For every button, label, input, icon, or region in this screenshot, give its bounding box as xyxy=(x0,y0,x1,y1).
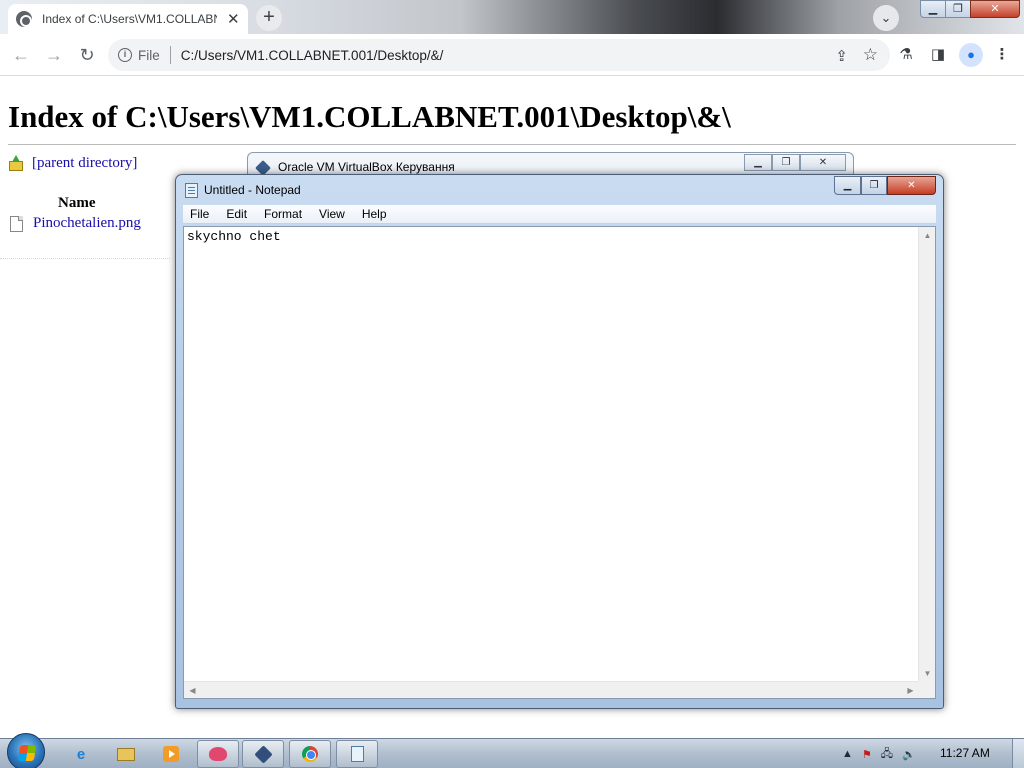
taskbar: e ▲ ⚑ 🖧 🔈 11:27 AM xyxy=(0,733,1024,768)
menu-kebab-icon[interactable]: ⋮ xyxy=(992,45,1012,65)
menu-format[interactable]: Format xyxy=(264,207,302,221)
scroll-left-icon[interactable]: ◀ xyxy=(184,682,201,699)
globe-icon xyxy=(16,11,32,27)
start-button[interactable] xyxy=(7,733,45,768)
bookmark-star-icon[interactable]: ☆ xyxy=(863,45,878,65)
close-window-button[interactable]: ✕ xyxy=(800,154,846,171)
internet-explorer-icon[interactable]: e xyxy=(60,740,102,768)
notepad-icon xyxy=(185,183,198,198)
restore-button[interactable]: ❐ xyxy=(945,0,971,18)
action-center-flag-icon[interactable]: ⚑ xyxy=(862,748,872,761)
media-player-icon[interactable] xyxy=(150,740,192,768)
show-hidden-icons-icon[interactable]: ▲ xyxy=(842,748,853,760)
virtualbox-taskbar-icon[interactable] xyxy=(242,740,284,768)
chrome-icon[interactable] xyxy=(289,740,331,768)
browser-tab-strip: Index of C:\Users\VM1.COLLABNET.001\Desk… xyxy=(0,0,1024,34)
page-title: Index of C:\Users\VM1.COLLABNET.001\Desk… xyxy=(8,99,731,134)
menu-edit[interactable]: Edit xyxy=(226,207,247,221)
column-header-name[interactable]: Name xyxy=(58,195,96,212)
divider xyxy=(0,258,170,259)
system-tray: ▲ ⚑ 🖧 🔈 xyxy=(842,739,925,768)
minimize-button[interactable]: ▁ xyxy=(920,0,946,18)
browser-toolbar: ← → ↻ i File C:/Users/VM1.COLLABNET.001/… xyxy=(0,34,1024,76)
tab-search-button[interactable]: ⌄ xyxy=(873,5,899,31)
side-panel-icon[interactable]: ◨ xyxy=(928,45,948,65)
back-button[interactable]: ← xyxy=(10,44,32,66)
text-editor-area[interactable]: skychno chet ▲ ▼ ◀ ▶ xyxy=(183,226,936,699)
restore-button[interactable]: ❐ xyxy=(861,176,887,195)
file-icon xyxy=(10,215,23,232)
gitkraken-icon[interactable] xyxy=(197,740,239,768)
close-tab-icon[interactable]: ✕ xyxy=(227,10,240,28)
scroll-up-icon[interactable]: ▲ xyxy=(919,227,936,244)
share-icon[interactable]: ⇪ xyxy=(835,47,848,65)
scheme-label: File xyxy=(138,47,160,63)
menu-view[interactable]: View xyxy=(319,207,345,221)
browser-tab[interactable]: Index of C:\Users\VM1.COLLABNET.001\Desk… xyxy=(8,4,248,34)
scroll-down-icon[interactable]: ▼ xyxy=(919,665,936,682)
address-bar[interactable]: i File C:/Users/VM1.COLLABNET.001/Deskto… xyxy=(108,39,890,71)
show-desktop-button[interactable] xyxy=(1012,739,1024,768)
divider xyxy=(8,144,1016,145)
editor-content[interactable]: skychno chet xyxy=(187,229,281,244)
resize-grip[interactable] xyxy=(918,681,935,698)
vertical-scrollbar[interactable]: ▲ ▼ xyxy=(918,227,935,682)
minimize-button[interactable]: ▁ xyxy=(744,154,772,171)
window-title: Untitled - Notepad xyxy=(204,183,301,197)
volume-muted-icon[interactable]: 🔈 xyxy=(902,748,916,761)
notepad-window[interactable]: Untitled - Notepad ▁ ❐ ✕ File Edit Forma… xyxy=(175,174,944,709)
profile-avatar-icon[interactable]: ● xyxy=(959,43,983,67)
window-title: Oracle VM VirtualBox Керування xyxy=(278,160,455,174)
list-item: Pinochetalien.png xyxy=(10,215,141,232)
parent-directory-link[interactable]: [parent directory] xyxy=(32,155,137,172)
new-tab-button[interactable]: + xyxy=(256,5,282,31)
windows-explorer-icon[interactable] xyxy=(105,740,147,768)
menu-bar: File Edit Format View Help xyxy=(183,205,936,224)
divider xyxy=(169,46,171,64)
close-window-button[interactable]: ✕ xyxy=(887,176,936,195)
notepad-taskbar-icon[interactable] xyxy=(336,740,378,768)
windows-logo-icon xyxy=(17,745,37,761)
menu-help[interactable]: Help xyxy=(362,207,387,221)
tab-title: Index of C:\Users\VM1.COLLABNET.001\Desk… xyxy=(42,12,217,26)
close-window-button[interactable]: ✕ xyxy=(970,0,1020,18)
taskbar-clock[interactable]: 11:27 AM xyxy=(940,746,990,760)
parent-directory-row: [parent directory] xyxy=(8,155,137,172)
minimize-button[interactable]: ▁ xyxy=(834,176,861,195)
file-link[interactable]: Pinochetalien.png xyxy=(33,215,141,232)
horizontal-scrollbar[interactable]: ◀ ▶ xyxy=(184,681,919,698)
folder-up-icon xyxy=(8,155,24,172)
restore-button[interactable]: ❐ xyxy=(772,154,800,171)
scroll-right-icon[interactable]: ▶ xyxy=(902,682,919,699)
info-icon[interactable]: i xyxy=(118,48,132,62)
url-text[interactable]: C:/Users/VM1.COLLABNET.001/Desktop/&/ xyxy=(181,48,444,63)
labs-flask-icon[interactable]: ⚗ xyxy=(896,45,916,65)
forward-button[interactable]: → xyxy=(43,44,65,66)
reload-button[interactable]: ↻ xyxy=(76,44,98,66)
menu-file[interactable]: File xyxy=(190,207,209,221)
network-icon[interactable]: 🖧 xyxy=(881,745,893,764)
